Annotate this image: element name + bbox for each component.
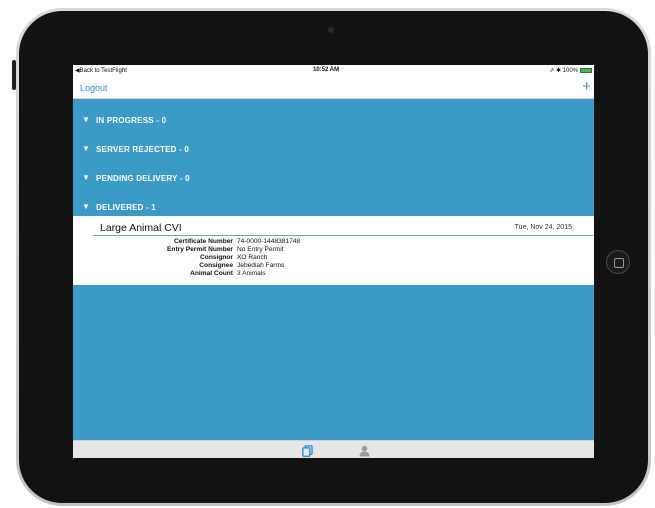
detail-label: Consignee: [199, 262, 233, 269]
battery-icon: [580, 68, 592, 73]
detail-row-consignee: Consignee Jebediah Farms: [73, 262, 594, 270]
tab-bar: [73, 440, 594, 458]
detail-value: Jebediah Farms: [237, 262, 285, 269]
section-pending-delivery[interactable]: ▼ PENDING DELIVERY - 0: [73, 164, 594, 192]
section-server-rejected[interactable]: ▼ SERVER REJECTED - 0: [73, 135, 594, 163]
home-button[interactable]: [606, 250, 630, 274]
back-to-testflight-link[interactable]: ◀Back to TestFlight: [75, 67, 127, 74]
add-button[interactable]: +: [582, 77, 591, 97]
disclosure-triangle-icon: ▼: [82, 173, 90, 182]
detail-value: 3 Animals: [237, 270, 266, 277]
detail-label: Entry Permit Number: [167, 246, 233, 253]
disclosure-triangle-icon: ▼: [82, 202, 90, 211]
status-bar: ◀Back to TestFlight 10:52 AM ⇗ ✱ 100%: [73, 65, 594, 77]
detail-row-certificate-number: Certificate Number 74-0000-1448381748: [73, 238, 594, 246]
detail-row-entry-permit-number: Entry Permit Number No Entry Permit: [73, 246, 594, 254]
navigation-bar: Logout +: [73, 77, 594, 99]
section-label: PENDING DELIVERY - 0: [96, 174, 190, 183]
detail-label: Certificate Number: [174, 238, 233, 245]
delivered-record-cell[interactable]: Large Animal CVI Tue, Nov 24, 2015 Certi…: [73, 216, 594, 285]
detail-row-animal-count: Animal Count 3 Animals: [73, 270, 594, 278]
detail-label: Consignor: [200, 254, 233, 261]
record-divider: [93, 235, 593, 236]
section-label: IN PROGRESS - 0: [96, 116, 167, 125]
section-in-progress[interactable]: ▼ IN PROGRESS - 0: [73, 106, 594, 134]
record-title: Large Animal CVI: [100, 222, 182, 234]
section-label: SERVER REJECTED - 0: [96, 145, 190, 154]
app-screen: ◀Back to TestFlight 10:52 AM ⇗ ✱ 100% Lo…: [73, 65, 594, 458]
record-date: Tue, Nov 24, 2015: [514, 224, 572, 231]
detail-label: Animal Count: [190, 270, 233, 277]
status-time: 10:52 AM: [313, 67, 340, 73]
detail-row-consignor: Consignor XO Ranch: [73, 254, 594, 262]
disclosure-triangle-icon: ▼: [82, 144, 90, 153]
person-icon[interactable]: [359, 444, 370, 458]
side-button: [12, 60, 16, 90]
detail-value: No Entry Permit: [237, 246, 284, 253]
disclosure-triangle-icon: ▼: [82, 115, 90, 124]
status-indicators: ⇗ ✱ 100%: [549, 67, 592, 74]
detail-value: 74-0000-1448381748: [237, 238, 301, 245]
documents-icon[interactable]: [302, 444, 313, 458]
logout-button[interactable]: Logout: [80, 83, 108, 93]
section-label: DELIVERED - 1: [96, 203, 156, 212]
status-right-text: ⇗ ✱ 100%: [549, 68, 578, 74]
camera-icon: [328, 27, 334, 33]
detail-value: XO Ranch: [237, 254, 268, 261]
